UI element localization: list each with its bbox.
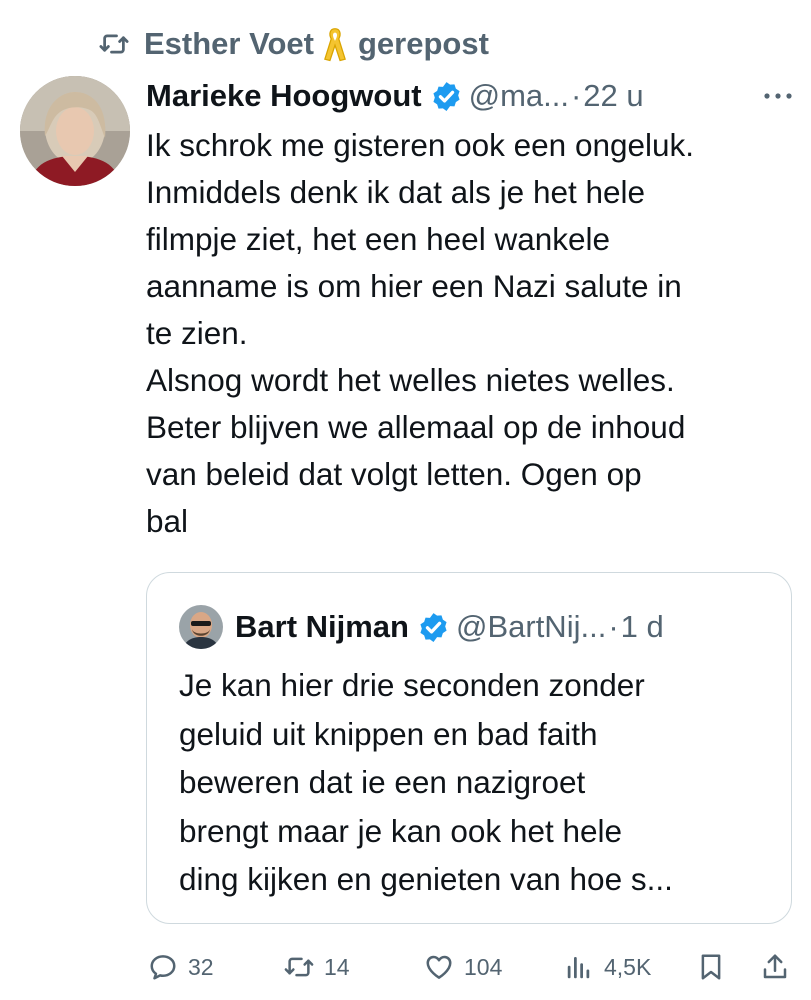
verified-badge-icon (433, 81, 460, 111)
reposter-name[interactable]: Esther Voet (144, 26, 314, 62)
quote-verified-badge-icon (420, 612, 447, 642)
quote-author-name[interactable]: Bart Nijman (235, 609, 409, 645)
share-icon (763, 954, 787, 979)
tweet-action-bar: 32 14 104 4,5K (0, 944, 811, 990)
tweet-timestamp[interactable]: 22 u (583, 78, 643, 114)
quote-avatar-image (179, 605, 223, 649)
tweet-header: Marieke Hoogwout @ma... · 22 u (146, 72, 796, 120)
quote-author-handle[interactable]: @BartNij... (456, 609, 606, 645)
like-button[interactable]: 104 (422, 944, 502, 990)
views-count: 4,5K (604, 953, 652, 980)
repost-count: 14 (324, 953, 350, 980)
views-button[interactable]: 4,5K (562, 944, 651, 990)
repost-action-icon (284, 957, 314, 977)
more-options-icon[interactable] (760, 86, 796, 106)
tweet-text: Ik schrok me gisteren ook een ongeluk. I… (146, 127, 695, 539)
quote-text: Je kan hier drie seconden zonder geluid … (179, 667, 673, 897)
repost-context[interactable]: Esther Voet gerepost (96, 22, 489, 66)
quote-author-avatar[interactable] (179, 605, 223, 649)
tweet[interactable]: Marieke Hoogwout @ma... · 22 u Ik schrok… (146, 72, 796, 545)
avatar-image (20, 76, 130, 186)
heart-icon (426, 955, 452, 979)
repost-label: gerepost (357, 26, 489, 61)
reply-count: 32 (188, 953, 214, 980)
repost-button[interactable]: 14 (282, 944, 350, 990)
quoted-tweet-card[interactable]: Bart Nijman @BartNij... · 1 d Je kan hie… (146, 572, 792, 924)
share-button[interactable] (758, 944, 792, 990)
quote-separator-dot: · (608, 609, 619, 644)
bookmark-icon (701, 954, 721, 980)
separator-dot: · (570, 78, 582, 113)
quote-timestamp[interactable]: 1 d (621, 609, 664, 645)
reply-icon (150, 955, 176, 980)
quote-header: Bart Nijman @BartNij... · 1 d (179, 603, 664, 651)
author-handle[interactable]: @ma... (469, 78, 569, 114)
yellow-ribbon-icon (324, 28, 346, 62)
reply-button[interactable]: 32 (146, 944, 214, 990)
author-name[interactable]: Marieke Hoogwout (146, 78, 422, 114)
like-count: 104 (464, 953, 503, 980)
author-avatar[interactable] (20, 76, 130, 186)
repost-icon (99, 34, 129, 54)
bookmark-button[interactable] (694, 944, 728, 990)
views-chart-icon (567, 957, 590, 979)
